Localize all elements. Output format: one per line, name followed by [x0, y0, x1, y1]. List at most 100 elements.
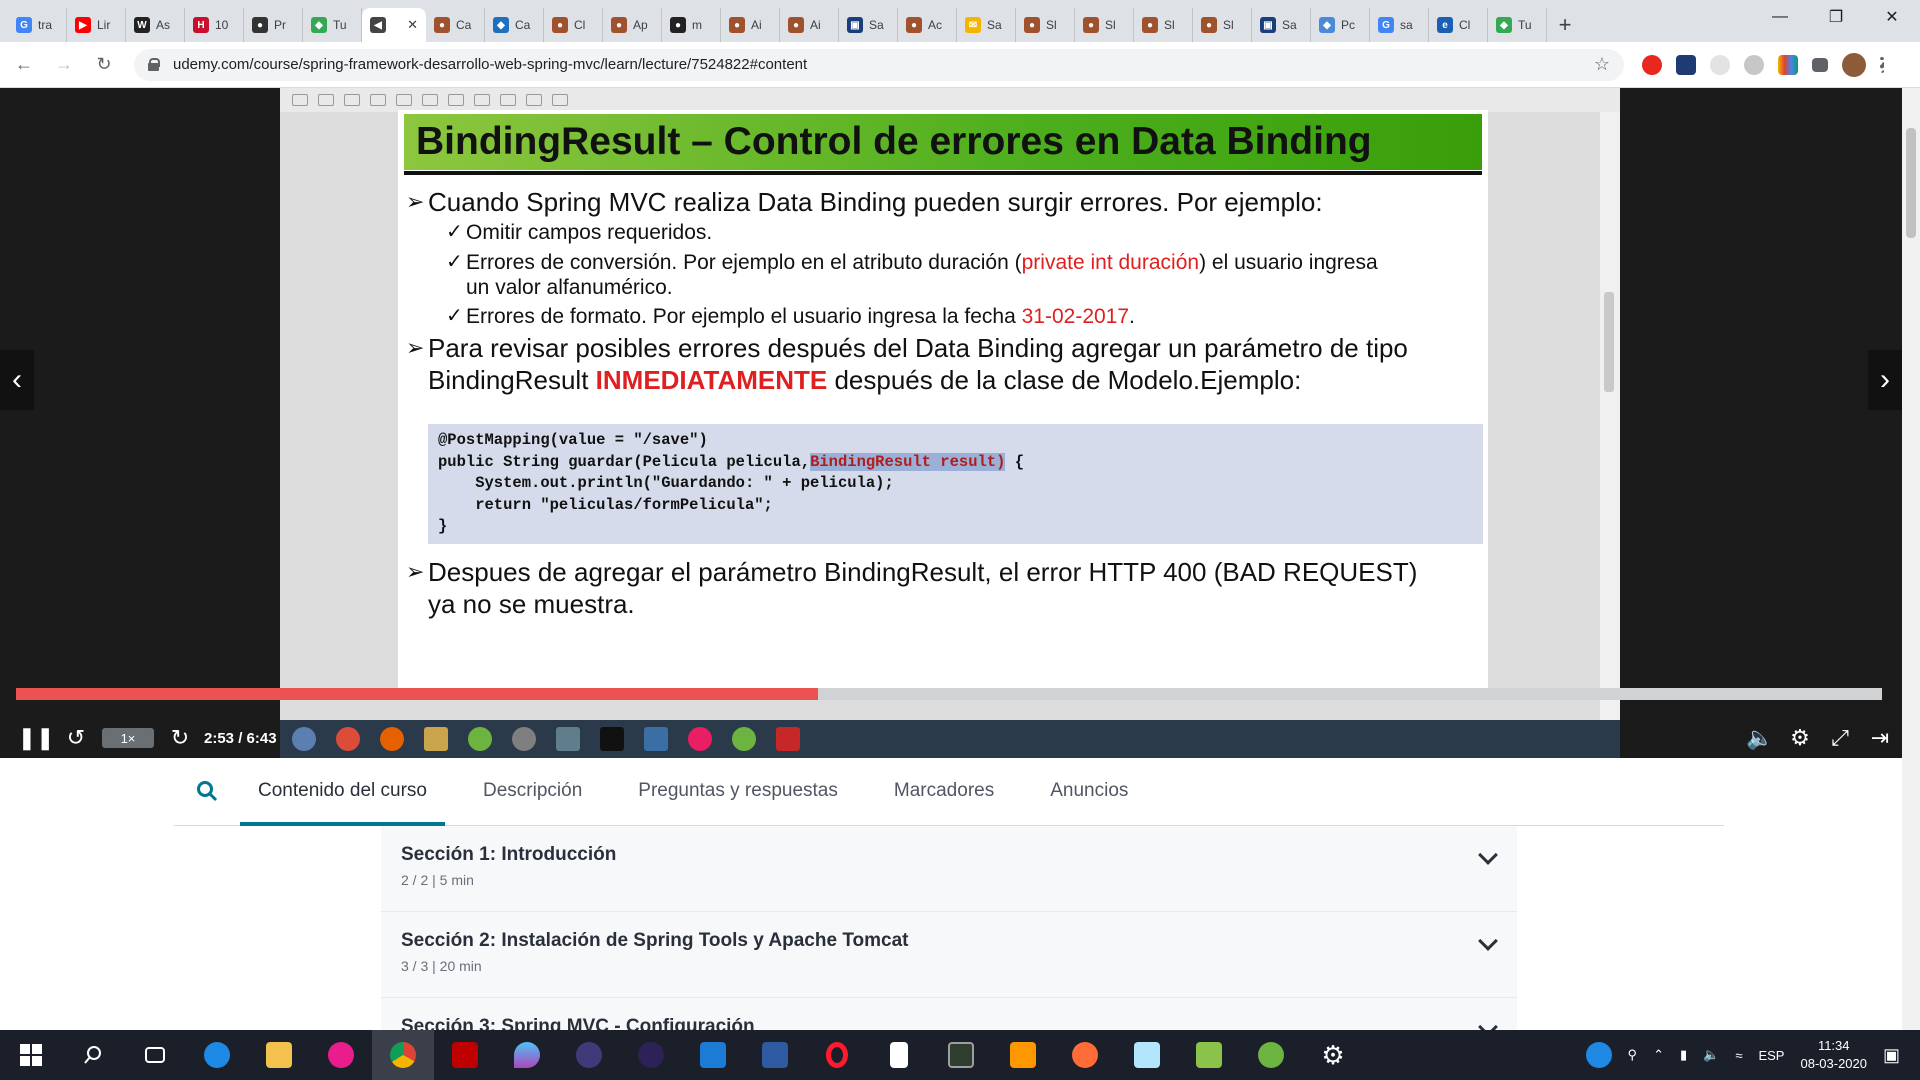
browser-tab[interactable]: Gsa	[1370, 8, 1429, 42]
browser-tab[interactable]: ● Ap	[603, 8, 662, 42]
wifi-icon[interactable]: ≈	[1735, 1048, 1742, 1063]
app-icon[interactable]	[1178, 1030, 1240, 1080]
settings-gear-icon[interactable]: ⚙	[1780, 718, 1820, 758]
browser-tab[interactable]: ● Sl	[1075, 8, 1134, 42]
eclipse-icon[interactable]	[558, 1030, 620, 1080]
spring-icon[interactable]	[1240, 1030, 1302, 1080]
search-icon[interactable]	[62, 1030, 124, 1080]
bullet-3: Despues de agregar el parámetro BindingR…	[406, 556, 1478, 620]
close-icon[interactable]: ✕	[407, 17, 418, 33]
language-indicator[interactable]: ESP	[1758, 1048, 1784, 1063]
battery-icon[interactable]: ▮	[1680, 1047, 1687, 1063]
address-bar[interactable]: udemy.com/course/spring-framework-desarr…	[134, 48, 1624, 81]
edge-icon[interactable]	[186, 1030, 248, 1080]
sublime-icon[interactable]	[992, 1030, 1054, 1080]
forward-button[interactable]: →	[48, 49, 80, 81]
browser-tab[interactable]: ◆ Tu	[303, 8, 362, 42]
help-icon[interactable]	[1585, 1042, 1612, 1068]
browser-tab[interactable]: ● Pr	[244, 8, 303, 42]
color-picker-icon[interactable]	[1778, 54, 1798, 75]
video-player[interactable]: BindingResult – Control de errores en Da…	[0, 88, 1920, 758]
notepad-icon[interactable]	[1116, 1030, 1178, 1080]
browser-tab[interactable]: ✉ Sa	[957, 8, 1016, 42]
eclipse-icon[interactable]	[620, 1030, 682, 1080]
browser-tab[interactable]: ● Ai	[721, 8, 780, 42]
browser-tab[interactable]: H 10	[185, 8, 244, 42]
volume-icon[interactable]: 🔈	[1740, 718, 1780, 758]
browser-tab[interactable]: ◆ Ca	[485, 8, 544, 42]
browser-tab[interactable]: ◀ ✕	[362, 8, 426, 42]
section-item[interactable]: Sección 1: Introducción 2 / 2 | 5 min	[381, 826, 1517, 912]
document-icon[interactable]	[868, 1030, 930, 1080]
menu-icon[interactable]	[1880, 56, 1884, 73]
browser-tab[interactable]: ◆ Tu	[1488, 8, 1547, 42]
browser-tab[interactable]: ● Sl	[1193, 8, 1252, 42]
clock[interactable]: 11:34 08-03-2020	[1800, 1037, 1867, 1073]
search-icon[interactable]	[174, 757, 240, 825]
back-button[interactable]: ←	[8, 49, 40, 81]
volume-icon[interactable]: 🔈	[1703, 1047, 1719, 1063]
browser-tab[interactable]: ● Sl	[1134, 8, 1193, 42]
expand-icon[interactable]: ⇥	[1860, 718, 1900, 758]
forward-icon[interactable]: ↻	[160, 718, 200, 758]
pause-button[interactable]: ❚❚	[16, 718, 56, 758]
chrome-icon[interactable]	[372, 1030, 434, 1080]
task-view-icon[interactable]	[124, 1030, 186, 1080]
page-scrollbar[interactable]	[1902, 88, 1920, 1040]
browser-tab[interactable]: ● m	[662, 8, 721, 42]
webstorm-icon[interactable]	[310, 1030, 372, 1080]
tab-bookmarks[interactable]: Marcadores	[876, 757, 1012, 825]
bookmark-star-icon[interactable]: ☆	[1594, 54, 1610, 75]
browser-tab[interactable]: ▶ Lir	[67, 8, 126, 42]
minimize-button[interactable]: —	[1752, 0, 1808, 34]
app-icon	[512, 727, 536, 751]
reload-button[interactable]: ↻	[88, 49, 120, 81]
network-icon[interactable]	[744, 1030, 806, 1080]
extension-icon[interactable]	[1744, 54, 1764, 75]
chevron-up-icon[interactable]: ⌃	[1653, 1047, 1664, 1063]
rewind-icon[interactable]: ↺	[56, 718, 96, 758]
file-explorer-icon[interactable]	[248, 1030, 310, 1080]
progress-bar[interactable]	[16, 688, 1882, 700]
maximize-button[interactable]: ❐	[1808, 0, 1864, 34]
settings-gear-icon[interactable]: ⚙	[1302, 1030, 1364, 1080]
browser-tab[interactable]: ◆ Pc	[1311, 8, 1370, 42]
tab-description[interactable]: Descripción	[465, 757, 600, 825]
tab-questions[interactable]: Preguntas y respuestas	[620, 757, 856, 825]
close-window-button[interactable]: ✕	[1864, 0, 1920, 34]
browser-tab[interactable]: ● Ai	[780, 8, 839, 42]
opera-icon[interactable]	[806, 1030, 868, 1080]
start-button[interactable]	[0, 1030, 62, 1080]
people-icon[interactable]: ⚲	[1628, 1047, 1638, 1063]
react-devtools-icon[interactable]	[1676, 54, 1696, 75]
app-icon[interactable]	[496, 1030, 558, 1080]
next-lecture-button[interactable]: ›	[1868, 350, 1902, 410]
section-item[interactable]: Sección 2: Instalación de Spring Tools y…	[381, 912, 1517, 998]
tab-label: sa	[1400, 18, 1413, 32]
extension-icon[interactable]	[1642, 54, 1662, 75]
fullscreen-icon[interactable]: ⤢	[1820, 718, 1860, 758]
postman-icon[interactable]	[1054, 1030, 1116, 1080]
avatar[interactable]	[1842, 52, 1866, 77]
browser-tab[interactable]: W As	[126, 8, 185, 42]
browser-tab[interactable]: ▣ Sa	[839, 8, 898, 42]
browser-tab[interactable]: ● Ac	[898, 8, 957, 42]
playback-speed-button[interactable]: 1×	[102, 728, 154, 748]
browser-tab[interactable]: ▣ Sa	[1252, 8, 1311, 42]
browser-tab[interactable]: ● Cl	[544, 8, 603, 42]
new-tab-button[interactable]: +	[1547, 8, 1583, 42]
filezilla-icon[interactable]	[434, 1030, 496, 1080]
extension-icon[interactable]	[1710, 54, 1730, 75]
tab-course-content[interactable]: Contenido del curso	[240, 757, 445, 826]
browser-tab[interactable]: e Cl	[1429, 8, 1488, 42]
terminal-icon[interactable]	[930, 1030, 992, 1080]
page-scroll-thumb[interactable]	[1906, 128, 1916, 238]
app-icon[interactable]	[682, 1030, 744, 1080]
tab-announcements[interactable]: Anuncios	[1032, 757, 1146, 825]
browser-tab[interactable]: ● Sl	[1016, 8, 1075, 42]
browser-tab[interactable]: ● Ca	[426, 8, 485, 42]
browser-tab[interactable]: Gtra	[8, 8, 67, 42]
previous-lecture-button[interactable]: ‹	[0, 350, 34, 410]
notifications-icon[interactable]: ▣	[1883, 1045, 1900, 1066]
media-control-icon[interactable]	[1812, 57, 1828, 72]
